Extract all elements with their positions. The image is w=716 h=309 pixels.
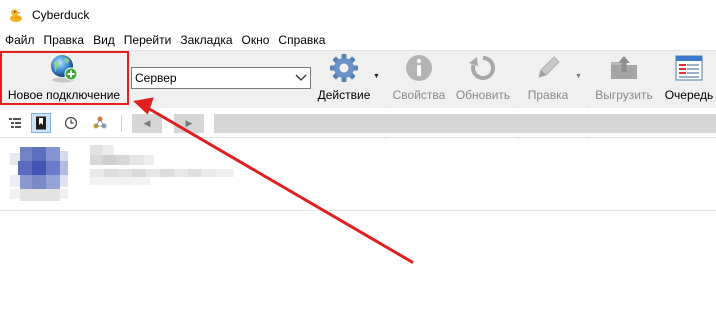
redacted-text [90,145,234,185]
bookmark-list [0,139,716,309]
triangle-left-icon: ◀ [143,118,151,128]
menu-window[interactable]: Окно [239,33,273,47]
edit-label: Правка [527,88,569,102]
bonjour-view-button[interactable] [90,113,110,133]
refresh-label: Обновить [455,88,511,102]
queue-button[interactable]: Очередь [662,51,716,109]
edit-button[interactable]: Правка [522,51,574,109]
upload-button[interactable]: Выгрузить [593,51,655,109]
server-select[interactable]: Сервер [131,67,311,89]
browser-view-button[interactable] [5,113,25,133]
path-bar[interactable] [214,114,716,133]
pencil-icon [538,56,560,78]
queue-label: Очередь [664,88,714,102]
view-toolbar: ◀ ▶ [0,108,716,138]
window-title: Cyberduck [32,8,90,22]
toolbar-separator [121,115,122,132]
tree-list-icon [9,118,21,128]
new-connection-label: Новое подключение [7,88,121,102]
properties-label: Свойства [392,88,446,102]
upload-icon [611,56,637,79]
main-toolbar: Новое подключение Действие ▼ Свойства Об… [0,50,716,153]
action-dropdown-arrow[interactable]: ▼ [373,73,380,80]
menu-edit[interactable]: Правка [41,33,88,47]
clock-icon [64,116,78,130]
menu-view[interactable]: Вид [90,33,118,47]
globe-plus-icon [51,55,78,83]
menu-bar: Файл Правка Вид Перейти Закладка Окно Сп… [0,30,716,50]
new-connection-button[interactable]: Новое подключение [2,51,126,109]
refresh-button[interactable]: Обновить [453,51,513,109]
action-button[interactable]: Действие [314,51,374,109]
info-icon [406,55,432,81]
queue-window-icon [675,55,703,81]
list-item[interactable] [0,139,716,211]
edit-dropdown-arrow[interactable]: ▼ [575,73,582,80]
upload-label: Выгрузить [595,88,653,102]
server-thumbnail-icon [10,147,68,201]
title-bar: Cyberduck [0,0,716,30]
gear-icon [330,54,358,82]
forward-button[interactable]: ▶ [174,114,204,133]
cyberduck-window: Cyberduck Файл Правка Вид Перейти Заклад… [0,0,716,309]
menu-bookmark[interactable]: Закладка [177,33,235,47]
bonjour-icon [93,116,107,129]
back-button[interactable]: ◀ [132,114,162,133]
bookmark-icon [36,116,46,130]
menu-help[interactable]: Справка [275,33,328,47]
cyberduck-logo-icon [10,9,22,22]
action-label: Действие [317,88,371,102]
menu-go[interactable]: Перейти [121,33,175,47]
properties-button[interactable]: Свойства [391,51,447,109]
refresh-icon [469,55,496,80]
triangle-right-icon: ▶ [185,118,193,128]
menu-file[interactable]: Файл [2,33,38,47]
bookmarks-view-button[interactable] [31,113,51,133]
server-select-value: Сервер [135,71,177,85]
history-view-button[interactable] [61,113,81,133]
chevron-down-icon[interactable] [292,68,310,88]
